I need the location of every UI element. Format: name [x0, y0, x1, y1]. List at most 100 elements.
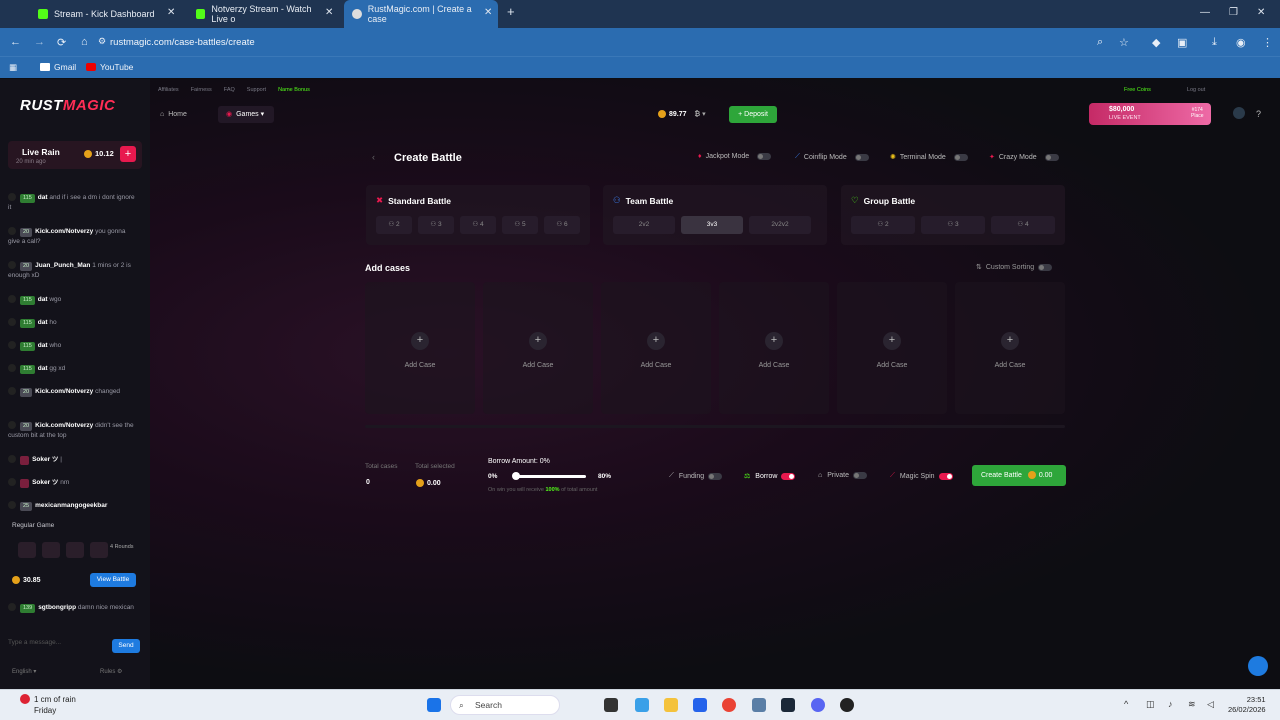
- store-icon[interactable]: [693, 698, 707, 712]
- obs-icon[interactable]: [840, 698, 854, 712]
- borrow-toggle[interactable]: ⚖ Borrow: [744, 472, 796, 480]
- chrome-icon[interactable]: [722, 698, 736, 712]
- copilot-icon[interactable]: [635, 698, 649, 712]
- view-battle-button[interactable]: View Battle: [90, 573, 136, 587]
- group-size-option[interactable]: ⚇ 3: [921, 216, 985, 234]
- deposit-button[interactable]: + Deposit: [729, 106, 777, 123]
- weather-icon[interactable]: [20, 694, 30, 704]
- live-event-banner[interactable]: $80,000 LIVE EVENT #174 Place: [1089, 103, 1211, 125]
- player-count-option[interactable]: ⚇ 6: [544, 216, 580, 234]
- toggle-switch[interactable]: [781, 472, 796, 480]
- group-size-option[interactable]: ⚇ 4: [991, 216, 1055, 234]
- support-chat-icon[interactable]: [1248, 656, 1268, 676]
- toggle-switch[interactable]: [1038, 263, 1053, 271]
- team-format-option[interactable]: 2v2: [613, 216, 675, 234]
- home-icon[interactable]: ⌂: [81, 36, 88, 48]
- language-selector[interactable]: English ▾: [12, 668, 36, 675]
- link-name-bonus[interactable]: Name Bonus: [278, 87, 310, 93]
- private-toggle[interactable]: ⌂ Private: [818, 472, 868, 479]
- custom-sorting-toggle[interactable]: ⇅ Custom Sorting: [976, 263, 1053, 271]
- download-icon[interactable]: ⤓: [1212, 36, 1217, 49]
- extension-icon[interactable]: ◆: [1152, 36, 1160, 49]
- toggle-switch[interactable]: [757, 153, 772, 160]
- chat-username[interactable]: dat: [38, 319, 48, 326]
- wallet-balance[interactable]: 89.77 ₿ ▾: [658, 110, 706, 119]
- add-case-slot[interactable]: + Add Case: [365, 282, 475, 414]
- player-count-option[interactable]: ⚇ 4: [460, 216, 496, 234]
- player-count-option[interactable]: ⚇ 3: [418, 216, 454, 234]
- help-icon[interactable]: ?: [1256, 109, 1261, 119]
- mic-icon[interactable]: ♪: [1168, 699, 1173, 709]
- toggle-switch[interactable]: [853, 472, 868, 479]
- chat-username[interactable]: Juan_Punch_Man: [35, 262, 90, 269]
- nav-games[interactable]: ◉ Games ▾: [218, 106, 274, 123]
- tab-notverzy-stream[interactable]: Notverzy Stream - Watch Live o: [188, 0, 338, 28]
- logout-link[interactable]: Log out: [1187, 87, 1205, 93]
- chat-username[interactable]: Kick.com/Notverzy: [35, 388, 93, 395]
- add-case-slot[interactable]: + Add Case: [837, 282, 947, 414]
- chat-input[interactable]: Type a message...: [8, 639, 108, 653]
- player-count-option[interactable]: ⚇ 2: [376, 216, 412, 234]
- chat-username[interactable]: sgtbongripp: [38, 604, 76, 611]
- add-case-slot[interactable]: + Add Case: [483, 282, 593, 414]
- chat-username[interactable]: dat: [38, 194, 48, 201]
- funding-toggle[interactable]: ⟋ Funding: [669, 472, 723, 480]
- crazy-mode-toggle[interactable]: ✦ Crazy Mode: [989, 153, 1059, 161]
- join-rain-button[interactable]: +: [120, 146, 136, 162]
- windows-start-icon[interactable]: [427, 698, 441, 712]
- free-coins-link[interactable]: Free Coins: [1124, 87, 1151, 93]
- new-tab-icon[interactable]: +: [507, 4, 515, 19]
- weather-widget[interactable]: 1 cm of rain Friday: [34, 694, 76, 716]
- volume-icon[interactable]: ◁: [1207, 699, 1214, 710]
- app-icon[interactable]: [752, 698, 766, 712]
- toggle-switch[interactable]: [938, 472, 953, 480]
- bookmark-star-icon[interactable]: ☆: [1119, 36, 1129, 49]
- close-tab-icon[interactable]: ✕: [484, 7, 492, 18]
- add-case-slot[interactable]: + Add Case: [955, 282, 1065, 414]
- minimize-icon[interactable]: —: [1200, 7, 1210, 18]
- bookmark-youtube[interactable]: YouTube: [86, 62, 133, 72]
- link-support[interactable]: Support: [247, 87, 266, 93]
- chat-username[interactable]: dat: [38, 296, 48, 303]
- reload-icon[interactable]: ⟳: [57, 36, 66, 49]
- site-logo[interactable]: RUSTMAGIC: [20, 97, 115, 114]
- close-tab-icon[interactable]: ✕: [325, 7, 333, 18]
- extensions-puzzle-icon[interactable]: ▣: [1177, 36, 1187, 49]
- coinflip-mode-toggle[interactable]: ⟋ Coinflip Mode: [795, 153, 869, 161]
- tab-rustmagic[interactable]: RustMagic.com | Create a case: [344, 0, 498, 28]
- notifications-icon[interactable]: [1233, 107, 1245, 119]
- slider-handle[interactable]: [512, 472, 520, 480]
- system-clock[interactable]: 23:51 26/02/2026: [1228, 695, 1266, 715]
- task-view-icon[interactable]: [604, 698, 618, 712]
- url-input[interactable]: rustmagic.com/case-battles/create: [110, 34, 255, 51]
- link-faq[interactable]: FAQ: [224, 87, 235, 93]
- close-window-icon[interactable]: ✕: [1257, 7, 1265, 18]
- create-battle-button[interactable]: Create Battle 0.00: [972, 465, 1066, 486]
- tray-chevron-icon[interactable]: ^: [1124, 699, 1128, 709]
- toggle-switch[interactable]: [953, 153, 968, 161]
- back-icon[interactable]: ←: [10, 36, 21, 48]
- rules-link[interactable]: Rules ⚙: [100, 668, 122, 675]
- tab-kick-dashboard[interactable]: Stream - Kick Dashboard: [30, 0, 180, 28]
- toggle-switch[interactable]: [854, 153, 869, 161]
- nav-home[interactable]: ⌂ Home: [160, 111, 187, 118]
- zoom-icon[interactable]: ⌕: [1097, 36, 1103, 49]
- network-icon[interactable]: ◫: [1146, 699, 1155, 710]
- chat-username[interactable]: Kick.com/Notverzy: [35, 228, 93, 235]
- bookmark-gmail[interactable]: Gmail: [40, 62, 76, 72]
- player-count-option[interactable]: ⚇ 5: [502, 216, 538, 234]
- add-case-slot[interactable]: + Add Case: [601, 282, 711, 414]
- profile-icon[interactable]: ◉: [1236, 36, 1246, 49]
- site-info-icon[interactable]: ⚙: [98, 36, 106, 47]
- chat-username[interactable]: Kick.com/Notverzy: [35, 422, 93, 429]
- maximize-icon[interactable]: ❐: [1229, 7, 1238, 18]
- link-fairness[interactable]: Fairness: [191, 87, 212, 93]
- file-explorer-icon[interactable]: [664, 698, 678, 712]
- cases-scrollbar[interactable]: [365, 425, 1065, 428]
- borrow-slider[interactable]: [512, 472, 586, 480]
- jackpot-mode-toggle[interactable]: ♦ Jackpot Mode: [698, 153, 772, 160]
- taskbar-search[interactable]: ⌕ Search: [450, 695, 560, 715]
- steam-icon[interactable]: [781, 698, 795, 712]
- chat-username[interactable]: Soker ツ: [32, 479, 58, 486]
- add-case-slot[interactable]: + Add Case: [719, 282, 829, 414]
